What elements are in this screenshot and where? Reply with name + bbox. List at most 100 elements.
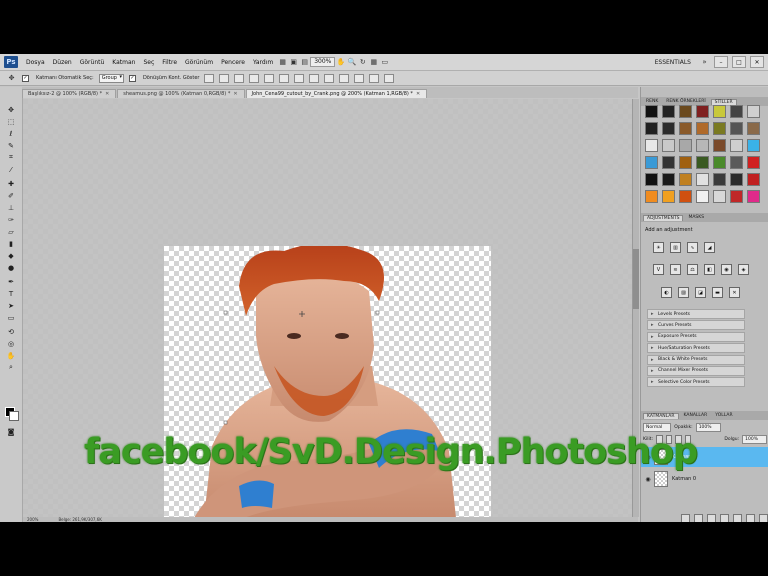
style-swatch[interactable] <box>679 156 692 169</box>
gradient-map-icon[interactable]: ▬ <box>712 287 723 298</box>
tab-stiller[interactable]: STİLLER <box>710 98 737 105</box>
menu-goruntu[interactable]: Görüntü <box>76 59 109 66</box>
hand-tool-icon[interactable]: ✋ <box>335 57 346 67</box>
distribute-vcenter-icon[interactable] <box>309 73 320 83</box>
tab-john-cena[interactable]: John_Cena99_cutout_by_Crank.png @ 200% (… <box>245 89 428 98</box>
style-swatch[interactable] <box>696 105 709 118</box>
screen-mode-icon[interactable]: ▭ <box>379 57 390 67</box>
style-swatch[interactable] <box>679 190 692 203</box>
menu-filtre[interactable]: Filtre <box>158 59 181 66</box>
style-swatch[interactable] <box>662 156 675 169</box>
invert-icon[interactable]: ◐ <box>661 287 672 298</box>
close-icon[interactable]: ✕ <box>105 91 109 97</box>
close-icon[interactable]: ✕ <box>233 91 237 97</box>
menu-katman[interactable]: Katman <box>108 59 139 66</box>
tab-adjustments[interactable]: ADJUSTMENTS <box>643 214 684 221</box>
quick-mask-icon[interactable]: ◙ <box>6 427 16 436</box>
layer-style-icon[interactable] <box>694 514 703 522</box>
style-swatch[interactable] <box>747 190 760 203</box>
preset-channel-mixer[interactable]: Channel Mixer Presets <box>647 365 745 376</box>
3d-orbit-tool-icon[interactable]: ◎ <box>6 339 16 348</box>
rotate-view-icon[interactable]: ↻ <box>357 57 368 67</box>
style-swatch[interactable] <box>645 122 658 135</box>
style-swatch[interactable] <box>747 156 760 169</box>
style-swatch[interactable] <box>696 139 709 152</box>
zoom-level-select[interactable]: 300% <box>310 57 336 67</box>
extras-icon[interactable]: ▤ <box>299 57 310 67</box>
gradient-tool-icon[interactable]: ▮ <box>6 239 16 248</box>
blend-mode-select[interactable]: Normal <box>643 423 672 432</box>
style-swatch[interactable] <box>713 190 726 203</box>
auto-select-checkbox[interactable]: ✓ <box>22 74 31 82</box>
layer-row-katman-0[interactable]: ◉ Katman 0 <box>641 469 768 489</box>
minimize-button[interactable]: – <box>714 56 728 68</box>
background-color-swatch[interactable] <box>9 411 19 421</box>
style-swatch[interactable] <box>662 105 675 118</box>
workspace-dropdown-icon[interactable]: » <box>699 57 710 67</box>
levels-icon[interactable]: ▥ <box>670 242 681 253</box>
preset-hue-saturation[interactable]: Hue/Saturation Presets <box>647 343 745 354</box>
style-swatch[interactable] <box>645 156 658 169</box>
style-swatch[interactable] <box>696 190 709 203</box>
style-swatch[interactable] <box>696 122 709 135</box>
style-swatch[interactable] <box>713 105 726 118</box>
black-white-icon[interactable]: ◧ <box>704 264 715 275</box>
style-swatch[interactable] <box>747 173 760 186</box>
tab-renk-ornekleri[interactable]: RENK ÖRNEKLERİ <box>663 99 708 104</box>
align-right-icon[interactable] <box>279 73 290 83</box>
fill-input[interactable]: 100% <box>742 435 767 444</box>
distribute-hcenter-icon[interactable] <box>354 73 365 83</box>
style-swatch[interactable] <box>645 105 658 118</box>
lasso-tool-icon[interactable]: ℓ <box>6 129 16 138</box>
style-swatch[interactable] <box>679 122 692 135</box>
clone-stamp-tool-icon[interactable]: ⊥ <box>6 203 16 212</box>
dodge-tool-icon[interactable]: ● <box>6 263 16 272</box>
brightness-contrast-icon[interactable]: ☀ <box>653 242 664 253</box>
shape-tool-icon[interactable]: ▭ <box>6 313 16 322</box>
menu-pencere[interactable]: Pencere <box>217 59 249 66</box>
photo-filter-icon[interactable]: ◉ <box>721 264 732 275</box>
crop-tool-icon[interactable]: ⌗ <box>6 153 16 162</box>
style-swatch[interactable] <box>730 122 743 135</box>
tab-basliksiz-2[interactable]: Başlıksız-2 @ 100% (RGB/8) * ✕ <box>22 89 117 98</box>
curves-icon[interactable]: ∿ <box>687 242 698 253</box>
color-balance-icon[interactable]: ⚖ <box>687 264 698 275</box>
hue-saturation-icon[interactable]: ≋ <box>670 264 681 275</box>
style-swatch[interactable] <box>730 105 743 118</box>
quick-select-tool-icon[interactable]: ✎ <box>6 141 16 150</box>
threshold-icon[interactable]: ◪ <box>695 287 706 298</box>
style-swatch[interactable] <box>730 190 743 203</box>
style-swatch[interactable] <box>713 156 726 169</box>
visibility-eye-icon[interactable]: ◉ <box>644 475 652 483</box>
marquee-tool-icon[interactable]: ⬚ <box>6 117 16 126</box>
scrollbar-thumb[interactable] <box>633 249 639 309</box>
zoom-tool-icon[interactable]: ⌕ <box>6 363 16 372</box>
posterize-icon[interactable]: ▨ <box>678 287 689 298</box>
preset-exposure[interactable]: Exposure Presets <box>647 331 745 342</box>
eraser-tool-icon[interactable]: ▱ <box>6 227 16 236</box>
maximize-button[interactable]: □ <box>732 56 746 68</box>
new-layer-icon[interactable] <box>746 514 755 522</box>
tab-kanallar[interactable]: KANALLAR <box>681 413 711 418</box>
distribute-bottom-icon[interactable] <box>324 73 335 83</box>
style-swatch[interactable] <box>696 173 709 186</box>
style-swatch[interactable] <box>747 105 760 118</box>
menu-duzen[interactable]: Düzen <box>49 59 76 66</box>
preset-curves[interactable]: Curves Presets <box>647 320 745 331</box>
distribute-right-icon[interactable] <box>369 73 380 83</box>
tab-katmanlar[interactable]: KATMANLAR <box>643 412 679 419</box>
tab-masks[interactable]: MASKS <box>685 215 707 220</box>
hand-tool-icon[interactable]: ✋ <box>6 351 16 360</box>
distribute-left-icon[interactable] <box>339 73 350 83</box>
selective-color-icon[interactable]: ✕ <box>729 287 740 298</box>
bridge-icon[interactable]: ▦ <box>277 57 288 67</box>
channel-mixer-icon[interactable]: ◈ <box>738 264 749 275</box>
style-swatch[interactable] <box>730 156 743 169</box>
style-swatch[interactable] <box>679 105 692 118</box>
opacity-input[interactable]: 100% <box>695 423 721 432</box>
show-transform-checkbox[interactable]: ✓ <box>128 74 138 82</box>
preset-levels[interactable]: Levels Presets <box>647 309 745 319</box>
style-swatch[interactable] <box>679 139 692 152</box>
new-adjustment-layer-icon[interactable] <box>720 514 729 522</box>
style-swatch[interactable] <box>662 122 675 135</box>
